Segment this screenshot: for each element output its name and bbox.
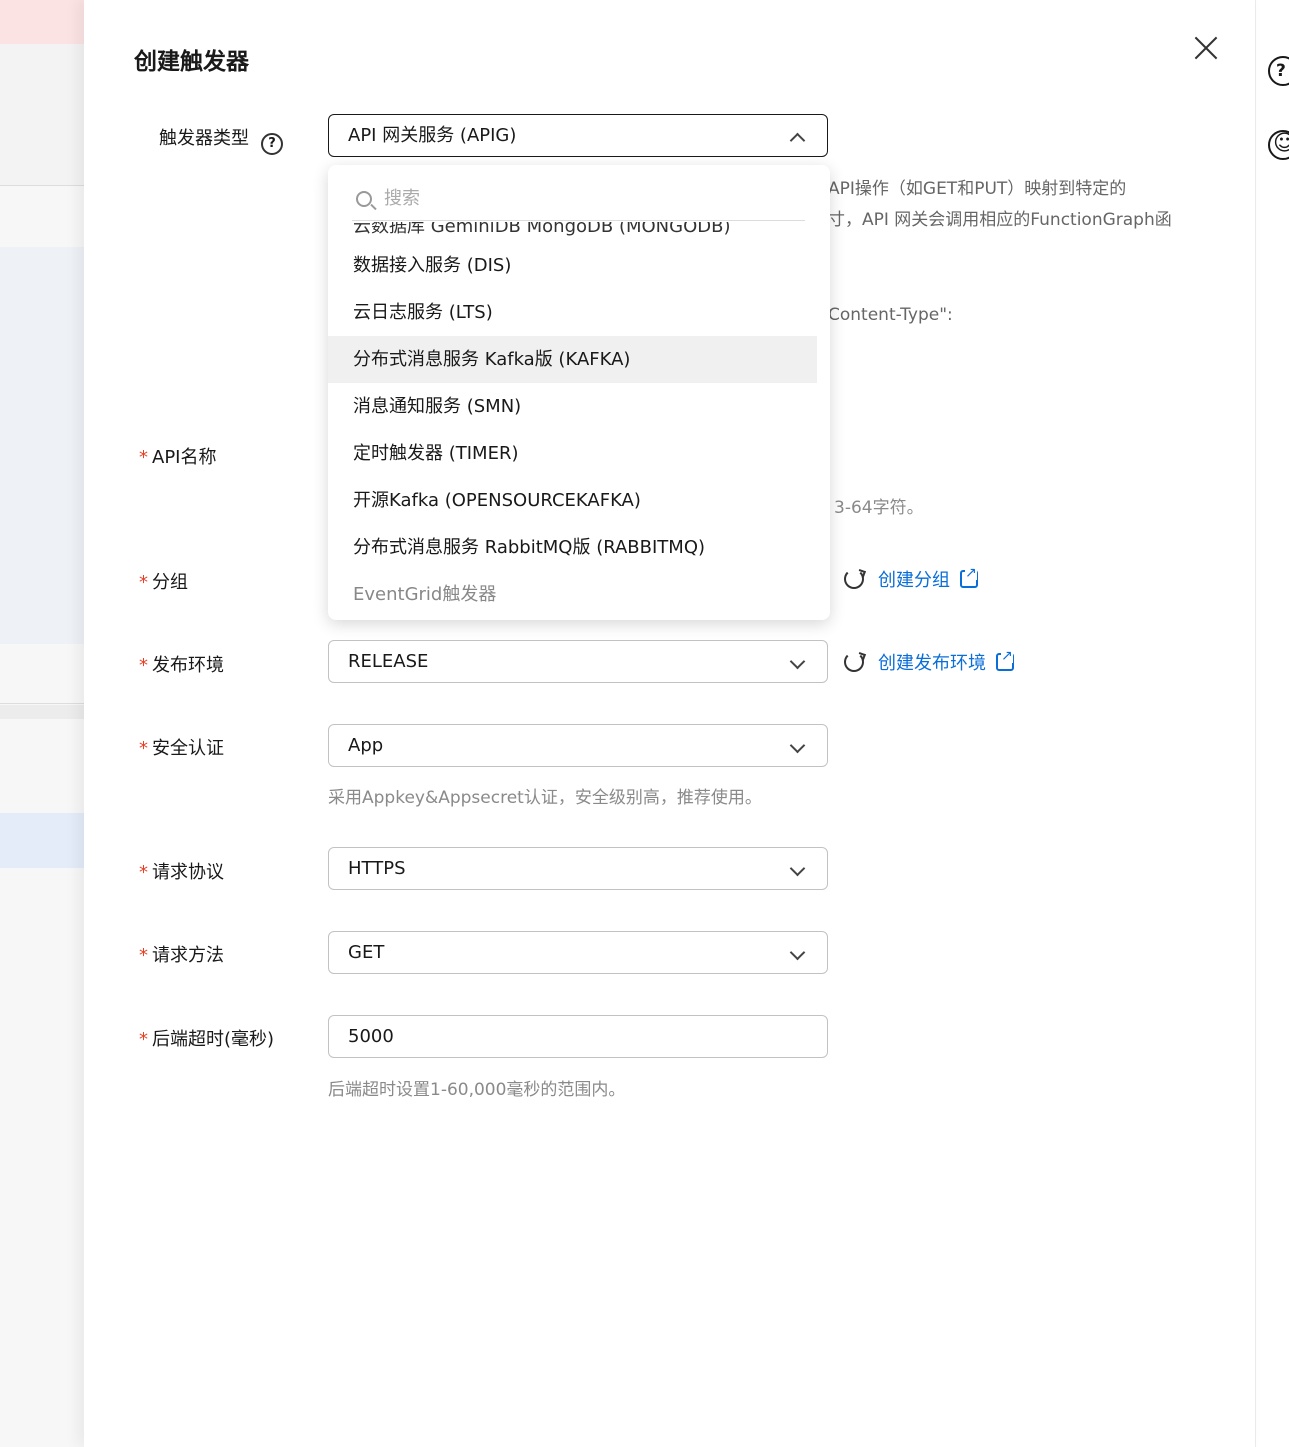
method-select[interactable]: GET bbox=[328, 931, 828, 974]
background-block bbox=[0, 0, 84, 44]
search-placeholder: 搜索 bbox=[384, 188, 420, 209]
trigger-description-line3: Content-Type": bbox=[828, 305, 953, 325]
env-label-text: 发布环境 bbox=[152, 655, 224, 676]
group-label-text: 分组 bbox=[152, 572, 188, 593]
chevron-up-icon bbox=[789, 132, 806, 149]
timeout-label-text: 后端超时(毫秒) bbox=[152, 1029, 275, 1050]
chevron-down-icon bbox=[789, 737, 806, 754]
required-mark: * bbox=[139, 862, 148, 883]
timeout-label: * 后端超时(毫秒) bbox=[139, 1025, 274, 1051]
close-icon[interactable] bbox=[1190, 32, 1222, 64]
protocol-label: * 请求协议 bbox=[139, 858, 224, 884]
method-label-text: 请求方法 bbox=[152, 945, 224, 966]
protocol-label-text: 请求协议 bbox=[152, 862, 224, 883]
dropdown-option-highlighted[interactable]: 分布式消息服务 Kafka版 (KAFKA) bbox=[328, 336, 817, 383]
protocol-value: HTTPS bbox=[348, 858, 406, 879]
background-block bbox=[0, 719, 84, 813]
dropdown-option[interactable]: 云数据库 GeminiDB MongoDB (MONGODB) bbox=[328, 222, 817, 242]
external-link-icon[interactable] bbox=[996, 649, 1014, 671]
group-label: * 分组 bbox=[139, 568, 188, 594]
auth-hint: 采用Appkey&Appsecret认证，安全级别高，推荐使用。 bbox=[328, 788, 762, 808]
required-mark: * bbox=[139, 738, 148, 759]
background-block bbox=[0, 44, 84, 186]
api-name-label-text: API名称 bbox=[152, 447, 217, 468]
external-link-icon[interactable] bbox=[960, 566, 978, 588]
group-actions: 创建分组 bbox=[844, 564, 978, 594]
trigger-description-line2: 寸，API 网关会调用相应的FunctionGraph函 bbox=[828, 210, 1172, 230]
background-block bbox=[0, 247, 84, 644]
env-label: * 发布环境 bbox=[139, 651, 224, 677]
trigger-type-select[interactable]: API 网关服务 (APIG) bbox=[328, 114, 828, 157]
background-block bbox=[0, 705, 84, 719]
refresh-icon[interactable] bbox=[844, 569, 864, 589]
trigger-type-label: 触发器类型? bbox=[159, 124, 283, 155]
background-block bbox=[0, 187, 84, 247]
background-block bbox=[0, 813, 84, 868]
required-mark: * bbox=[139, 447, 148, 468]
create-group-link[interactable]: 创建分组 bbox=[878, 566, 950, 592]
dropdown-option[interactable]: 云日志服务 (LTS) bbox=[328, 289, 817, 336]
background-page-left bbox=[0, 0, 84, 1447]
auth-select[interactable]: App bbox=[328, 724, 828, 767]
dropdown-group-label: EventGrid触发器 bbox=[353, 584, 497, 605]
auth-label-text: 安全认证 bbox=[152, 738, 224, 759]
required-mark: * bbox=[139, 655, 148, 676]
timeout-hint: 后端超时设置1-60,000毫秒的范围内。 bbox=[328, 1080, 626, 1100]
method-value: GET bbox=[348, 942, 385, 963]
timeout-input[interactable]: 5000 bbox=[328, 1015, 828, 1058]
dropdown-option[interactable]: 定时触发器 (TIMER) bbox=[328, 430, 817, 477]
create-env-link[interactable]: 创建发布环境 bbox=[878, 649, 986, 675]
trigger-type-dropdown: 搜索 云数据库 GeminiDB MongoDB (MONGODB) 数据接入服… bbox=[328, 165, 830, 620]
api-name-label: * API名称 bbox=[139, 443, 216, 469]
trigger-description-line1: API操作（如GET和PUT）映射到特定的 bbox=[828, 179, 1127, 199]
api-name-hint: 3-64字符。 bbox=[834, 498, 924, 518]
chevron-down-icon bbox=[789, 944, 806, 961]
question-circle-icon[interactable]: ? bbox=[261, 133, 283, 155]
right-gutter bbox=[1255, 0, 1289, 1447]
auth-value: App bbox=[348, 735, 384, 756]
dropdown-option[interactable]: 消息通知服务 (SMN) bbox=[328, 383, 817, 430]
timeout-value: 5000 bbox=[348, 1026, 394, 1047]
required-mark: * bbox=[139, 945, 148, 966]
protocol-select[interactable]: HTTPS bbox=[328, 847, 828, 890]
chevron-down-icon bbox=[789, 860, 806, 877]
create-trigger-drawer: 创建触发器 触发器类型? API 网关服务 (APIG) API操作（如GET和… bbox=[84, 0, 1255, 1447]
refresh-icon[interactable] bbox=[844, 652, 864, 672]
auth-label: * 安全认证 bbox=[139, 734, 224, 760]
required-mark: * bbox=[139, 1029, 148, 1050]
background-block bbox=[0, 644, 84, 704]
trigger-type-label-text: 触发器类型 bbox=[159, 128, 249, 149]
drawer-title: 创建触发器 bbox=[134, 49, 249, 75]
search-icon bbox=[356, 191, 372, 207]
env-actions: 创建发布环境 bbox=[844, 647, 1014, 677]
trigger-type-value: API 网关服务 (APIG) bbox=[348, 125, 517, 146]
chevron-down-icon bbox=[789, 653, 806, 670]
required-mark: * bbox=[139, 572, 148, 593]
dropdown-option-list[interactable]: 云数据库 GeminiDB MongoDB (MONGODB) 数据接入服务 (… bbox=[328, 222, 830, 620]
method-label: * 请求方法 bbox=[139, 941, 224, 967]
dropdown-search-input[interactable]: 搜索 bbox=[352, 179, 805, 221]
dropdown-option[interactable]: 开源Kafka (OPENSOURCEKAFKA) bbox=[328, 477, 817, 524]
env-value: RELEASE bbox=[348, 651, 429, 672]
dropdown-option[interactable]: 分布式消息服务 RabbitMQ版 (RABBITMQ) bbox=[328, 524, 817, 571]
dropdown-option[interactable]: 数据接入服务 (DIS) bbox=[328, 242, 817, 289]
env-select[interactable]: RELEASE bbox=[328, 640, 828, 683]
